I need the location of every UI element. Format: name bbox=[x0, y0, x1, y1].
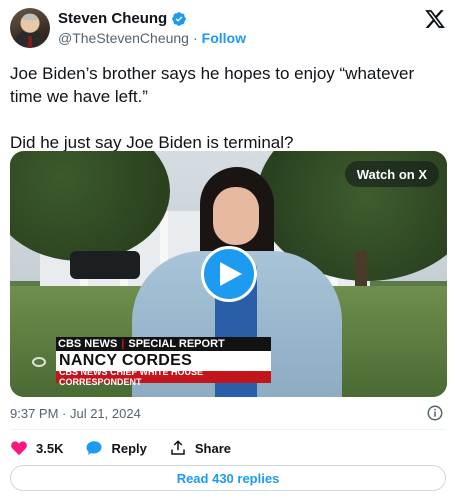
tweet-text: Joe Biden’s brother says he hopes to enj… bbox=[10, 64, 415, 152]
reply-bubble-icon bbox=[86, 441, 102, 455]
cbs-eye-icon bbox=[32, 357, 46, 367]
info-icon[interactable] bbox=[426, 404, 444, 422]
author-name-row: Steven Cheung bbox=[58, 10, 187, 27]
network-label: CBS NEWS bbox=[58, 338, 118, 350]
play-button[interactable] bbox=[201, 246, 257, 302]
tweet-meta: 9:37 PM · Jul 21, 2024 bbox=[10, 404, 446, 424]
segment-label: SPECIAL REPORT bbox=[128, 338, 225, 350]
tweet-header: Steven Cheung @TheStevenCheung · Follow bbox=[10, 8, 450, 52]
timestamp[interactable]: 9:37 PM · Jul 21, 2024 bbox=[10, 406, 141, 421]
share-button[interactable]: Share bbox=[169, 439, 231, 457]
news-lower-third: CBS NEWS | SPECIAL REPORT NANCY CORDES C… bbox=[56, 337, 271, 387]
x-logo-icon[interactable] bbox=[424, 8, 446, 30]
reply-button[interactable]: Reply bbox=[85, 439, 147, 457]
share-icon bbox=[171, 440, 185, 455]
like-count: 3.5K bbox=[36, 440, 64, 456]
read-replies-button[interactable]: Read 430 replies bbox=[10, 465, 446, 491]
heart-icon bbox=[11, 441, 27, 456]
author-avatar[interactable] bbox=[10, 8, 50, 48]
share-label: Share bbox=[194, 440, 232, 456]
video-player[interactable]: Watch on X CBS NEWS | SPECIAL REPORT NAN… bbox=[10, 151, 447, 397]
follow-button[interactable]: Follow bbox=[202, 30, 246, 46]
reporter-title: CBS NEWS CHIEF WHITE HOUSE CORRESPONDENT bbox=[56, 367, 271, 387]
verified-badge-icon bbox=[172, 11, 187, 26]
watch-on-x-button[interactable]: Watch on X bbox=[344, 161, 439, 187]
separator-dot: · bbox=[192, 30, 198, 46]
like-button[interactable]: 3.5K bbox=[10, 439, 63, 457]
play-icon bbox=[220, 262, 242, 286]
reply-label: Reply bbox=[111, 440, 147, 456]
author-name[interactable]: Steven Cheung bbox=[58, 10, 167, 27]
author-handle-row: @TheStevenCheung · Follow bbox=[58, 30, 246, 46]
author-handle[interactable]: @TheStevenCheung bbox=[58, 30, 189, 46]
divider bbox=[10, 429, 446, 430]
tweet-actions: 3.5K Reply Share bbox=[10, 437, 446, 459]
